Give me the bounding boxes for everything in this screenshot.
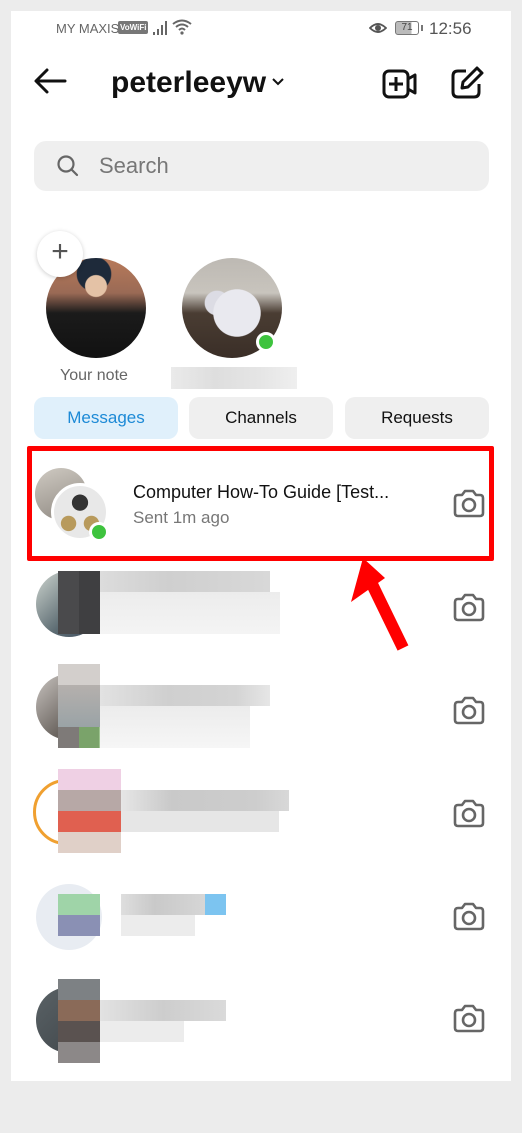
obscured-thread-name <box>100 1000 226 1021</box>
obscured-thread-name <box>121 790 289 811</box>
plus-icon: + <box>51 235 69 268</box>
eye-comfort-icon <box>369 23 387 33</box>
search-icon <box>57 155 79 177</box>
obscured-thread-status <box>121 915 195 936</box>
obscured-thread-name <box>100 685 270 706</box>
arrow-left-icon[interactable] <box>33 67 67 95</box>
camera-icon[interactable] <box>452 799 486 829</box>
vowifi-badge: VoWiFi <box>118 21 149 34</box>
search-input[interactable] <box>99 151 469 181</box>
tab-channels[interactable]: Channels <box>189 397 333 439</box>
camera-icon[interactable] <box>452 696 486 726</box>
chevron-down-icon[interactable] <box>271 77 285 87</box>
obscured-thread-name <box>121 894 205 915</box>
obscured-thread-status <box>100 592 280 634</box>
obscured-contact-name <box>171 367 297 389</box>
battery-tip <box>421 25 423 31</box>
your-note-label: Your note <box>60 367 128 384</box>
online-indicator <box>256 332 276 352</box>
pixelated-block <box>58 769 121 853</box>
obscured-thread-name <box>100 571 270 592</box>
pixelated-block <box>58 979 100 1063</box>
thread-status: Sent 1m ago <box>133 508 230 527</box>
phone-screen: MY MAXIS VoWiFi 71 12:56 peterleeyw + Yo… <box>11 11 511 1081</box>
new-video-call-icon[interactable] <box>382 68 418 100</box>
account-username[interactable]: peterleeyw <box>111 66 266 100</box>
wifi-icon <box>172 19 192 35</box>
status-bar: MY MAXIS VoWiFi 71 12:56 <box>11 11 511 47</box>
camera-icon[interactable] <box>452 1004 486 1034</box>
camera-icon[interactable] <box>452 489 486 519</box>
obscured-thread-status <box>100 1021 184 1042</box>
search-bar[interactable] <box>34 141 489 191</box>
obscured-thread-status <box>100 706 250 748</box>
thread-name: Computer How-To Guide [Test... <box>133 482 390 502</box>
pixelated-block <box>58 571 100 634</box>
camera-icon[interactable] <box>452 902 486 932</box>
carrier-name: MY MAXIS <box>56 21 120 36</box>
camera-icon[interactable] <box>452 593 486 623</box>
compose-message-icon[interactable] <box>450 66 484 100</box>
add-note-button[interactable]: + <box>37 231 83 277</box>
pixelated-block <box>58 915 100 936</box>
tab-messages[interactable]: Messages <box>34 397 178 439</box>
online-indicator <box>89 522 109 542</box>
obscured-thread-status <box>121 811 279 832</box>
battery-indicator: 71 <box>395 21 419 35</box>
pixelated-block <box>58 664 100 685</box>
pixelated-block <box>58 894 100 915</box>
clock: 12:56 <box>429 19 472 38</box>
annotation-arrow <box>351 558 409 651</box>
pixelated-block <box>205 894 226 915</box>
signal-icon <box>153 21 167 35</box>
pixelated-block <box>58 685 100 727</box>
tab-requests[interactable]: Requests <box>345 397 489 439</box>
